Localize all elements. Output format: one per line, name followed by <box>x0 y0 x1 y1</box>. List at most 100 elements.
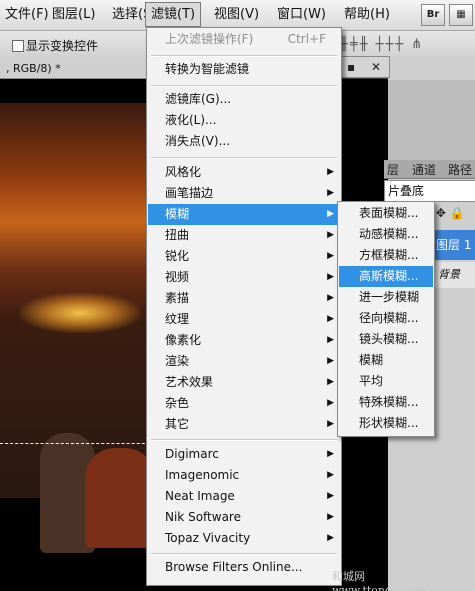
tab-paths[interactable]: 路径 <box>448 161 472 178</box>
sun-glow <box>20 293 140 333</box>
blur-item-box[interactable]: 方框模糊... <box>339 245 433 266</box>
submenu-arrow-icon: ▶ <box>327 512 334 522</box>
other-label: 其它 <box>165 417 190 431</box>
menu-item-pixelate[interactable]: 像素化 ▶ <box>148 330 340 351</box>
layer-1-row[interactable]: 图层 1 <box>430 230 475 260</box>
blur-item-shape[interactable]: 形状模糊... <box>339 413 433 434</box>
bridge-button[interactable]: Br <box>421 4 445 26</box>
blur-item-radial[interactable]: 径向模糊... <box>339 308 433 329</box>
nik-software-label: Nik Software <box>165 510 241 524</box>
filter-menu: 上次滤镜操作(F) Ctrl+F 转换为智能滤镜 滤镜库(G)... 液化(L)… <box>146 27 342 586</box>
menu-item-filter-gallery[interactable]: 滤镜库(G)... <box>148 89 340 110</box>
menu-layer[interactable]: 图层(L) <box>47 3 100 26</box>
submenu-arrow-icon: ▶ <box>327 209 334 219</box>
distort-label: 扭曲 <box>165 228 190 242</box>
menu-item-topaz-vivacity[interactable]: Topaz Vivacity ▶ <box>148 528 340 549</box>
pixelate-label: 像素化 <box>165 333 202 347</box>
watermark: 和城网 www.ttongcheng.net <box>332 570 448 591</box>
submenu-arrow-icon: ▶ <box>327 314 334 324</box>
last-filter-label: 上次滤镜操作(F) <box>165 32 254 46</box>
menu-item-digimarc[interactable]: Digimarc ▶ <box>148 444 340 465</box>
digimarc-label: Digimarc <box>165 447 219 461</box>
submenu-arrow-icon: ▶ <box>327 188 334 198</box>
menu-item-render[interactable]: 渲染 ▶ <box>148 351 340 372</box>
menu-item-video[interactable]: 视频 ▶ <box>148 267 340 288</box>
render-label: 渲染 <box>165 354 190 368</box>
tab-channels[interactable]: 通道 <box>412 161 436 178</box>
menu-item-sketch[interactable]: 素描 ▶ <box>148 288 340 309</box>
align-distribute-icons[interactable]: ╫╪╫ ┼┼┼ ⋔ <box>340 37 470 53</box>
blur-item-motion[interactable]: 动感模糊... <box>339 224 433 245</box>
blur-item-gaussian[interactable]: 高斯模糊... <box>339 266 433 287</box>
menu-item-stylize[interactable]: 风格化 ▶ <box>148 162 340 183</box>
menu-item-noise[interactable]: 杂色 ▶ <box>148 393 340 414</box>
document-tab[interactable]: , RGB/8) * <box>0 60 166 79</box>
menu-item-neat-image[interactable]: Neat Image ▶ <box>148 486 340 507</box>
menu-item-imagenomic[interactable]: Imagenomic ▶ <box>148 465 340 486</box>
menu-filter[interactable]: 滤镜(T) <box>145 2 202 27</box>
menu-item-artistic[interactable]: 艺术效果 ▶ <box>148 372 340 393</box>
blur-item-smart[interactable]: 特殊模糊... <box>339 392 433 413</box>
blur-item-blur[interactable]: 模糊 <box>339 350 433 371</box>
blend-mode-select[interactable]: 片叠底 <box>384 180 475 202</box>
layers-panel-tabs: 层 通道 路径 <box>384 160 475 179</box>
sketch-label: 素描 <box>165 291 190 305</box>
menu-separator <box>151 85 337 87</box>
submenu-arrow-icon: ▶ <box>327 377 334 387</box>
last-filter-shortcut: Ctrl+F <box>287 32 326 46</box>
submenu-arrow-icon: ▶ <box>327 272 334 282</box>
stylize-label: 风格化 <box>165 165 202 179</box>
menu-item-last-filter[interactable]: 上次滤镜操作(F) Ctrl+F <box>148 29 340 50</box>
artistic-label: 艺术效果 <box>165 375 214 389</box>
menu-window[interactable]: 窗口(W) <box>272 3 331 26</box>
blur-label: 模糊 <box>165 207 190 221</box>
menu-item-convert-smart[interactable]: 转换为智能滤镜 <box>148 59 340 80</box>
menu-file[interactable]: 文件(F) <box>0 3 54 26</box>
close-panel-icon[interactable]: ✕ <box>371 60 381 74</box>
menu-separator <box>151 553 337 555</box>
menu-item-distort[interactable]: 扭曲 ▶ <box>148 225 340 246</box>
tab-layers[interactable]: 层 <box>387 161 399 178</box>
neat-image-label: Neat Image <box>165 489 235 503</box>
menu-item-vanishing-point[interactable]: 消失点(V)... <box>148 131 340 152</box>
menu-separator <box>151 157 337 159</box>
noise-label: 杂色 <box>165 396 190 410</box>
menu-help[interactable]: 帮助(H) <box>339 3 395 26</box>
submenu-arrow-icon: ▶ <box>327 167 334 177</box>
menu-item-sharpen[interactable]: 锐化 ▶ <box>148 246 340 267</box>
show-transform-label: 显示变换控件 <box>26 39 99 53</box>
sharpen-label: 锐化 <box>165 249 190 263</box>
blur-item-surface[interactable]: 表面模糊... <box>339 203 433 224</box>
lock-tools[interactable]: ⁄ ✥ 🔒 <box>430 206 475 222</box>
submenu-arrow-icon: ▶ <box>327 356 334 366</box>
menu-item-browse-online[interactable]: Browse Filters Online... <box>148 557 340 578</box>
submenu-arrow-icon: ▶ <box>327 419 334 429</box>
texture-label: 纹理 <box>165 312 190 326</box>
collapse-icon[interactable]: ▪ <box>347 60 355 74</box>
imagenomic-label: Imagenomic <box>165 468 240 482</box>
brush-strokes-label: 画笔描边 <box>165 186 214 200</box>
sunset-photo <box>0 103 160 553</box>
blur-item-average[interactable]: 平均 <box>339 371 433 392</box>
mini-bridge-icon[interactable]: ▦ <box>449 4 473 26</box>
menu-separator <box>151 55 337 57</box>
submenu-arrow-icon: ▶ <box>327 449 334 459</box>
menu-item-brush-strokes[interactable]: 画笔描边 ▶ <box>148 183 340 204</box>
topaz-vivacity-label: Topaz Vivacity <box>165 531 251 545</box>
blur-submenu: 表面模糊... 动感模糊... 方框模糊... 高斯模糊... 进一步模糊 径向… <box>337 201 435 437</box>
submenu-arrow-icon: ▶ <box>327 251 334 261</box>
blur-item-lens[interactable]: 镜头模糊... <box>339 329 433 350</box>
background-layer-row[interactable]: 背景 <box>430 262 475 288</box>
menu-item-blur[interactable]: 模糊 ▶ <box>148 204 340 225</box>
menu-item-liquify[interactable]: 液化(L)... <box>148 110 340 131</box>
show-transform-checkbox[interactable] <box>12 40 24 52</box>
menu-item-texture[interactable]: 纹理 ▶ <box>148 309 340 330</box>
blur-item-blur-more[interactable]: 进一步模糊 <box>339 287 433 308</box>
menu-item-other[interactable]: 其它 ▶ <box>148 414 340 435</box>
submenu-arrow-icon: ▶ <box>327 491 334 501</box>
photoshop-window: 文件(F) 图层(L) 选择(S) 滤镜(T) 视图(V) 窗口(W) 帮助(H… <box>0 0 475 591</box>
submenu-arrow-icon: ▶ <box>327 470 334 480</box>
menu-view[interactable]: 视图(V) <box>209 3 264 26</box>
panel-header-mini: ▪ ✕ <box>340 56 390 78</box>
menu-item-nik-software[interactable]: Nik Software ▶ <box>148 507 340 528</box>
